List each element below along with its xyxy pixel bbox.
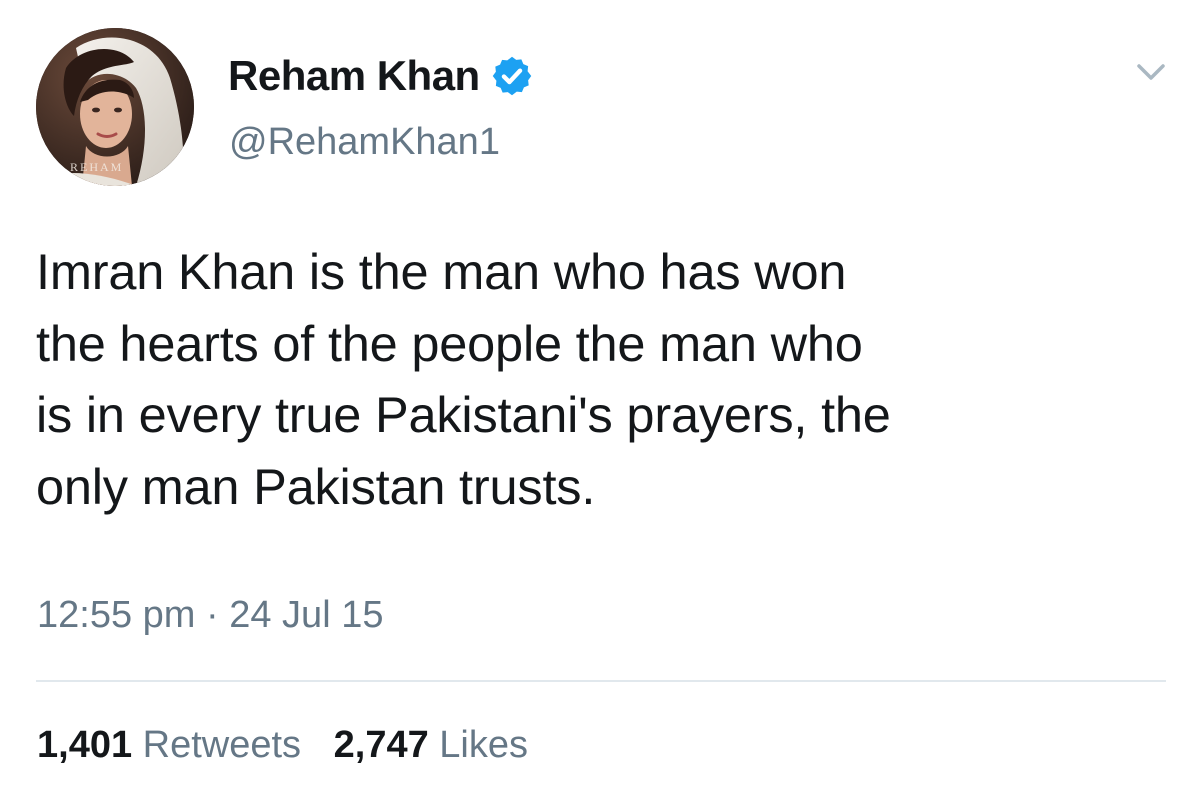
author-name-row[interactable]: Reham Khan <box>228 50 534 102</box>
chevron-down-icon[interactable] <box>1129 50 1173 94</box>
tweet-stats: 1,401 Retweets 2,747 Likes <box>37 720 528 770</box>
author-handle[interactable]: @RehamKhan1 <box>229 118 500 166</box>
divider <box>36 680 1166 682</box>
likes-label: Likes <box>439 724 528 766</box>
retweets-label: Retweets <box>142 724 302 766</box>
likes-count: 2,747 <box>333 724 429 766</box>
tweet-date: 24 Jul 15 <box>229 594 384 636</box>
tweet-text: Imran Khan is the man who has won the he… <box>36 243 891 515</box>
tweet-timestamp[interactable]: 12:55 pm · 24 Jul 15 <box>37 590 383 640</box>
retweets-count: 1,401 <box>37 724 133 766</box>
tweet-time: 12:55 pm <box>37 594 196 636</box>
meta-separator: · <box>206 594 219 636</box>
verified-badge-icon <box>492 56 531 96</box>
avatar[interactable]: REHAM <box>36 28 194 186</box>
retweets-stat[interactable]: 1,401 Retweets <box>37 724 312 766</box>
avatar-watermark: REHAM <box>70 160 124 174</box>
author-display-name[interactable]: Reham Khan <box>228 50 480 102</box>
likes-stat[interactable]: 2,747 Likes <box>334 724 528 766</box>
